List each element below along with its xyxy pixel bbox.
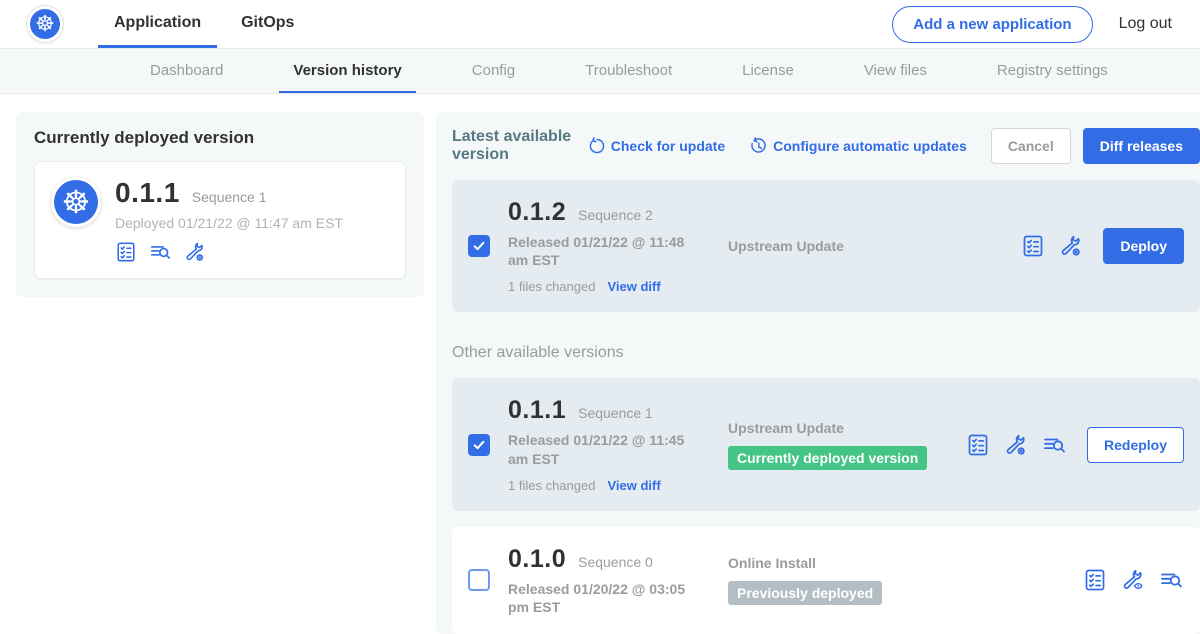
currently-deployed-badge: Currently deployed version (728, 446, 927, 470)
previously-deployed-badge: Previously deployed (728, 581, 882, 605)
subtab-registry-settings[interactable]: Registry settings (983, 49, 1122, 93)
cancel-button[interactable]: Cancel (991, 128, 1071, 164)
deployed-timestamp: Deployed 01/21/22 @ 11:47 am EST (115, 215, 343, 231)
view-diff-link[interactable]: View diff (607, 478, 660, 493)
deployed-version-card: ☸ 0.1.1 Sequence 1 Deployed 01/21/22 @ 1… (34, 161, 406, 279)
sequence-label: Sequence 2 (578, 207, 653, 223)
subtab-license[interactable]: License (728, 49, 808, 93)
subtab-troubleshoot[interactable]: Troubleshoot (571, 49, 686, 93)
kubernetes-logo-badge: ☸ (51, 177, 101, 227)
edit-config-icon[interactable] (1004, 433, 1028, 457)
version-checkbox[interactable] (468, 434, 490, 456)
subtab-version-history[interactable]: Version history (279, 49, 415, 93)
check-for-update-link[interactable]: Check for update (587, 137, 725, 155)
top-nav: ☸ Application GitOps Add a new applicati… (0, 0, 1200, 48)
clock-refresh-icon (749, 137, 767, 155)
version-number: 0.1.2 (508, 198, 566, 227)
released-timestamp: Released 01/21/22 @ 11:48 am EST (508, 233, 708, 269)
files-changed-label: 1 files changed (508, 279, 595, 294)
preflight-checklist-icon[interactable] (1021, 234, 1045, 258)
preflight-checklist-icon[interactable] (1083, 568, 1107, 592)
currently-deployed-panel: Currently deployed version ☸ 0.1.1 Seque… (16, 112, 424, 297)
version-row-0-1-0: 0.1.0 Sequence 0 Released 01/20/22 @ 03:… (452, 527, 1200, 634)
top-nav-right: Add a new application Log out (892, 0, 1172, 48)
refresh-icon (587, 137, 605, 155)
subtab-view-files[interactable]: View files (850, 49, 941, 93)
subtab-dashboard[interactable]: Dashboard (136, 49, 237, 93)
deploy-button[interactable]: Deploy (1103, 228, 1184, 264)
configure-automatic-updates-link[interactable]: Configure automatic updates (749, 137, 967, 155)
preflight-checklist-icon[interactable] (966, 433, 990, 457)
other-available-versions-title: Other available versions (452, 344, 1200, 362)
deployed-sequence-label: Sequence 1 (192, 189, 267, 205)
latest-available-version-title: Latest available version (452, 128, 573, 164)
view-logs-icon[interactable] (1159, 568, 1184, 592)
version-history-panel: Latest available version Check for updat… (436, 112, 1200, 634)
kubernetes-helm-wheel-icon: ☸ (30, 9, 60, 39)
version-source-label: Online Install (728, 555, 966, 571)
subtab-config[interactable]: Config (458, 49, 529, 93)
files-changed-label: 1 files changed (508, 478, 595, 493)
version-source-label: Upstream Update (728, 238, 966, 254)
main-content: Currently deployed version ☸ 0.1.1 Seque… (0, 94, 1200, 634)
latest-version-header: Latest available version Check for updat… (452, 128, 1200, 164)
view-logs-icon[interactable] (1042, 433, 1067, 457)
view-logs-icon[interactable] (149, 241, 172, 263)
view-config-icon[interactable] (1121, 568, 1145, 592)
kubernetes-helm-wheel-icon: ☸ (54, 180, 98, 224)
version-checkbox[interactable] (468, 235, 490, 257)
version-number: 0.1.1 (508, 396, 566, 425)
edit-config-icon[interactable] (1059, 234, 1083, 258)
redeploy-button[interactable]: Redeploy (1087, 427, 1184, 463)
sequence-label: Sequence 1 (578, 405, 653, 421)
diff-releases-button[interactable]: Diff releases (1083, 128, 1200, 164)
top-nav-tabs: Application GitOps (98, 0, 310, 48)
kubernetes-logo-badge: ☸ (26, 5, 64, 43)
version-number: 0.1.0 (508, 545, 566, 574)
deployed-version-number: 0.1.1 (115, 177, 180, 209)
view-diff-link[interactable]: View diff (607, 279, 660, 294)
version-source-label: Upstream Update (728, 420, 966, 436)
released-timestamp: Released 01/20/22 @ 03:05 pm EST (508, 580, 708, 616)
version-row-0-1-1: 0.1.1 Sequence 1 Released 01/21/22 @ 11:… (452, 378, 1200, 510)
app-sub-nav: Dashboard Version history Config Trouble… (0, 48, 1200, 94)
version-checkbox[interactable] (468, 569, 490, 591)
currently-deployed-title: Currently deployed version (34, 128, 406, 148)
preflight-checklist-icon[interactable] (115, 241, 137, 263)
edit-config-icon[interactable] (184, 241, 206, 263)
sequence-label: Sequence 0 (578, 554, 653, 570)
version-row-0-1-2: 0.1.2 Sequence 2 Released 01/21/22 @ 11:… (452, 180, 1200, 312)
add-new-application-button[interactable]: Add a new application (892, 6, 1092, 43)
released-timestamp: Released 01/21/22 @ 11:45 am EST (508, 431, 708, 467)
tab-application[interactable]: Application (98, 0, 217, 48)
logout-link[interactable]: Log out (1119, 15, 1172, 33)
app-logo[interactable]: ☸ (26, 0, 64, 48)
tab-gitops[interactable]: GitOps (225, 0, 310, 48)
